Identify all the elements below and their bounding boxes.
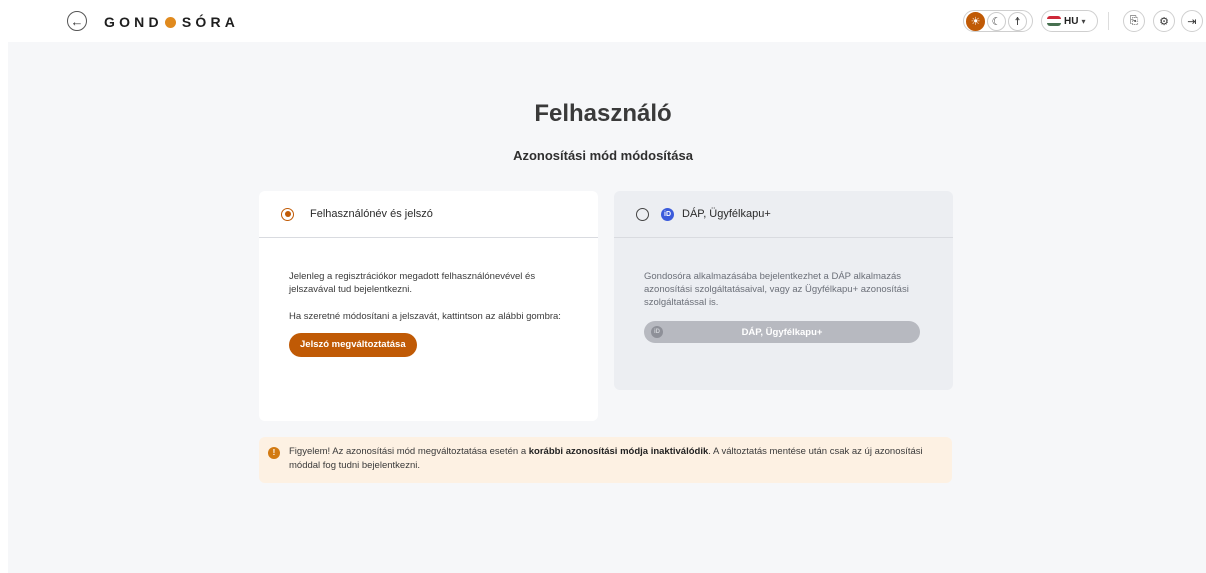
password-change-hint: Ha szeretné módosítani a jelszavát, katt… [289,311,561,322]
dap-info-text: Gondosóra alkalmazásába bejelentkezhet a… [644,271,909,308]
id-badge-icon: iD [661,207,674,221]
language-selector[interactable]: HU ▾ [1041,10,1098,32]
export-icon[interactable]: ⎘ [1123,10,1145,32]
logo-dot-icon [164,16,176,28]
page-title: Felhasználó [534,100,672,127]
page-subtitle: Azonosítási mód módosítása [513,148,693,163]
dap-option-body: Gondosóra alkalmazásába bejelentkezhet a… [614,238,953,343]
accessibility-icon[interactable]: ☨ [1008,11,1027,31]
dap-button-label: DÁP, Ügyfélkapu+ [741,326,823,338]
sun-icon[interactable]: ☀ [966,11,985,31]
option-dap-header[interactable]: iD DÁP, Ügyfélkapu+ [614,191,953,238]
option-card-password: Felhasználónév és jelszó Jelenleg a regi… [259,191,598,421]
password-info-text: Jelenleg a regisztrációkor megadott felh… [289,271,536,295]
id-badge-icon: iD [651,326,663,338]
dap-login-button[interactable]: iD DÁP, Ügyfélkapu+ [644,321,920,343]
password-option-body: Jelenleg a regisztrációkor megadott felh… [259,238,598,357]
logo-text-left: GOND [104,14,163,30]
hungary-flag-icon [1047,16,1061,26]
chevron-down-icon: ▾ [1081,16,1086,26]
dap-radio[interactable] [636,207,649,221]
option-card-dap: iD DÁP, Ügyfélkapu+ Gondosóra alkalmazás… [614,191,953,390]
back-arrow-icon[interactable]: ← [67,11,87,31]
settings-icon[interactable]: ⚙ [1153,10,1175,32]
password-radio[interactable] [281,207,294,221]
logout-icon[interactable]: ⇥ [1181,10,1203,32]
password-option-label: Felhasználónév és jelszó [310,208,433,220]
logo: GOND SÓRA [104,14,239,30]
warning-text-1: Figyelem! Az azonosítási mód megváltozta… [289,446,529,457]
change-password-button[interactable]: Jelszó megváltoztatása [289,333,417,357]
dap-option-label: DÁP, Ügyfélkapu+ [682,208,771,220]
warning-icon: ! [268,447,280,459]
warning-banner: ! Figyelem! Az azonosítási mód megváltoz… [259,437,952,483]
moon-icon[interactable]: ☾ [987,11,1006,31]
top-bar: ← GOND SÓRA ☀ ☾ ☨ HU ▾ ⎘ ⚙ ⇥ [0,0,1206,42]
divider [1108,12,1109,30]
option-password-header[interactable]: Felhasználónév és jelszó [259,191,598,238]
logo-text-right: SÓRA [181,14,240,30]
warning-text-bold: korábbi azonosítási módja inaktiválódik [528,446,709,457]
language-label: HU [1064,15,1079,27]
theme-switcher: ☀ ☾ ☨ [963,10,1033,32]
